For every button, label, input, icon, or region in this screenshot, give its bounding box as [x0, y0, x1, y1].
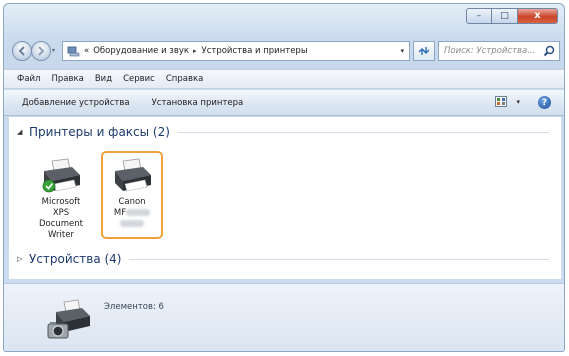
printer-icon: [42, 158, 80, 193]
menu-help[interactable]: Справка: [166, 74, 203, 84]
printer-icon: [115, 158, 151, 192]
address-bar[interactable]: « Оборудование и звук ▸ Устройства и при…: [62, 41, 410, 61]
printer-label-line: Canon: [118, 197, 146, 207]
printer-item-xps[interactable]: Microsoft XPS Document Writer: [31, 157, 91, 241]
default-check-icon: [42, 179, 56, 193]
group-printers-title: Принтеры и факсы (2): [29, 125, 170, 139]
help-button[interactable]: ?: [538, 96, 551, 109]
collapsed-triangle-icon[interactable]: ▷: [17, 255, 23, 263]
menu-file[interactable]: Файл: [17, 74, 40, 84]
minimize-button[interactable]: –: [466, 8, 492, 24]
search-icon[interactable]: [543, 45, 555, 57]
crumb-devices-printers[interactable]: Устройства и принтеры: [202, 46, 308, 56]
menu-tools[interactable]: Сервис: [123, 74, 155, 84]
items-count: Элементов: 6: [104, 302, 164, 312]
close-button[interactable]: x: [518, 8, 558, 24]
menu-bar: Файл Правка Вид Сервис Справка: [4, 69, 564, 89]
details-pane: Элементов: 6: [4, 283, 564, 351]
forward-button[interactable]: [31, 41, 51, 61]
recent-pages-dropdown[interactable]: ▾: [52, 47, 55, 54]
printer-model-prefix: MF: [113, 208, 127, 218]
devices-content-pane: ◢ Принтеры и факсы (2) Microsoft XPS Doc…: [9, 117, 561, 279]
back-button[interactable]: [12, 41, 32, 61]
group-divider: [129, 258, 549, 260]
back-arrow-icon: [18, 46, 25, 56]
refresh-button[interactable]: [413, 41, 435, 61]
view-dropdown-icon[interactable]: ▾: [516, 98, 520, 106]
menu-edit[interactable]: Правка: [51, 74, 83, 84]
group-devices-header[interactable]: ▷ Устройства (4): [17, 252, 549, 266]
printer-label-line: XPS: [52, 208, 70, 218]
menu-view[interactable]: Вид: [95, 74, 112, 84]
view-grid-icon: [495, 96, 508, 107]
search-placeholder: Поиск: Устройства...: [444, 46, 536, 56]
view-options-button[interactable]: ▾: [495, 96, 520, 107]
devices-folder-icon: [67, 46, 80, 56]
printer-series-line: [103, 219, 161, 230]
address-row: ▾ « Оборудование и звук ▸ Устройства и п…: [4, 38, 564, 64]
printer-label-line: Document: [38, 219, 84, 229]
redacted-series-blur: [120, 220, 144, 227]
search-input[interactable]: Поиск: Устройства...: [438, 41, 560, 61]
crumb-hardware-sound[interactable]: Оборудование и звук: [93, 46, 189, 56]
command-bar: Добавление устройства Установка принтера…: [4, 90, 564, 116]
redacted-model-blur: [126, 209, 151, 216]
printer-model-line: MF: [103, 208, 161, 219]
printer-label-line: Microsoft: [41, 197, 81, 207]
crumb-separator-icon[interactable]: ▸: [193, 47, 197, 55]
group-devices-title: Устройства (4): [29, 252, 122, 266]
printer-item-canon[interactable]: Canon MF: [101, 151, 163, 239]
explorer-window: – □ x ▾ « Оборудование и звук ▸ Устройст…: [3, 3, 565, 352]
caption-buttons: – □ x: [466, 8, 558, 24]
printer-label-line: Writer: [48, 230, 74, 240]
group-divider: [177, 131, 549, 133]
add-device-button[interactable]: Добавление устройства: [22, 98, 130, 108]
refresh-icon: [418, 47, 430, 55]
forward-arrow-icon: [38, 46, 45, 56]
group-printers-header[interactable]: ◢ Принтеры и факсы (2): [17, 125, 549, 139]
printer-camera-icon: [47, 299, 90, 339]
address-dropdown[interactable]: ▾: [400, 47, 404, 55]
address-prefix[interactable]: «: [84, 46, 89, 56]
maximize-button[interactable]: □: [492, 8, 518, 24]
expanded-triangle-icon[interactable]: ◢: [17, 128, 23, 136]
add-printer-button[interactable]: Установка принтера: [152, 98, 244, 108]
